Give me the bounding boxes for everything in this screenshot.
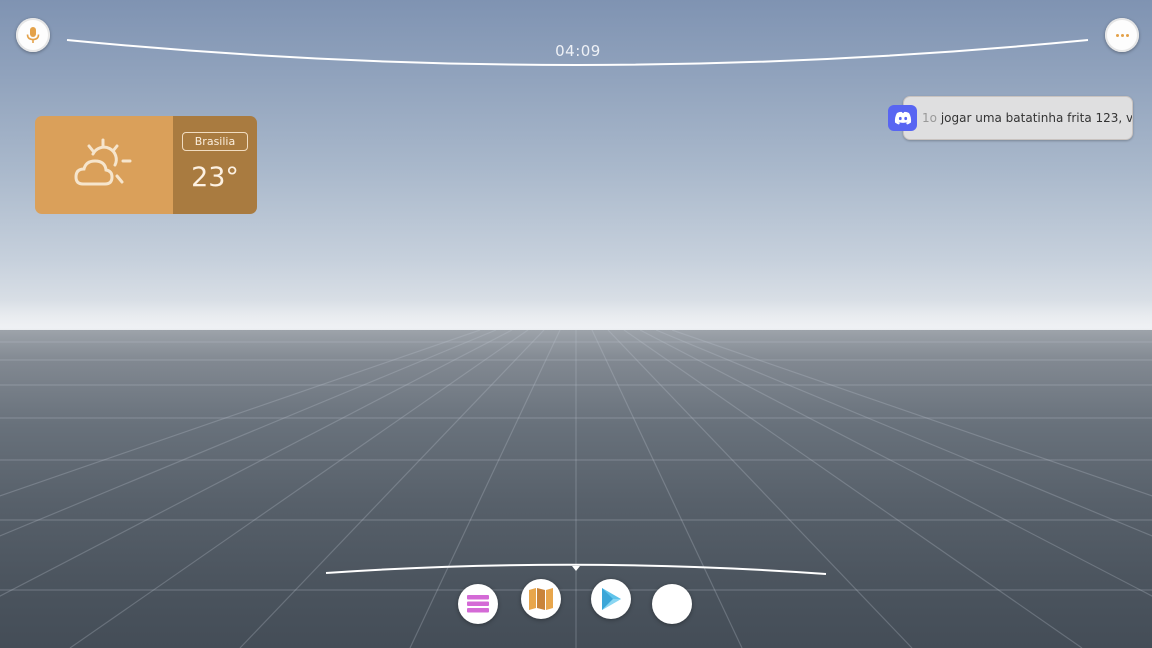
mic-button[interactable]	[16, 18, 50, 52]
notification-card[interactable]: 1o jogar uma batatinha frita 123, vai ..…	[903, 96, 1133, 140]
notification-prefix: 1o	[922, 111, 937, 125]
play-store-icon	[602, 588, 621, 610]
more-dots-icon	[1115, 33, 1129, 37]
temperature: 23°	[191, 162, 239, 193]
partly-cloudy-sun-icon	[74, 138, 132, 186]
weather-icon-area	[35, 116, 173, 214]
microphone-icon	[26, 27, 40, 43]
dock-arc-marker	[572, 566, 580, 571]
weather-widget[interactable]: Brasilia 23°	[35, 116, 257, 214]
clock: 04:09	[555, 42, 601, 60]
stack-icon	[467, 595, 489, 613]
dock-app-blank[interactable]	[652, 584, 692, 624]
discord-icon	[888, 105, 917, 131]
dock-app-database[interactable]	[458, 584, 498, 624]
folded-map-icon	[529, 588, 553, 610]
more-button[interactable]	[1105, 18, 1139, 52]
dock-app-maps[interactable]	[521, 579, 561, 619]
vr-home-environment: 04:09 Brasilia 23° 1o jogar uma batatinh…	[0, 0, 1152, 648]
notification-text: jogar uma batatinha frita 123, vai ...	[940, 111, 1133, 125]
dock-app-play[interactable]	[591, 579, 631, 619]
city-name: Brasilia	[182, 132, 248, 151]
weather-info: Brasilia 23°	[173, 116, 257, 214]
notification[interactable]: 1o jogar uma batatinha frita 123, vai ..…	[888, 96, 1133, 140]
